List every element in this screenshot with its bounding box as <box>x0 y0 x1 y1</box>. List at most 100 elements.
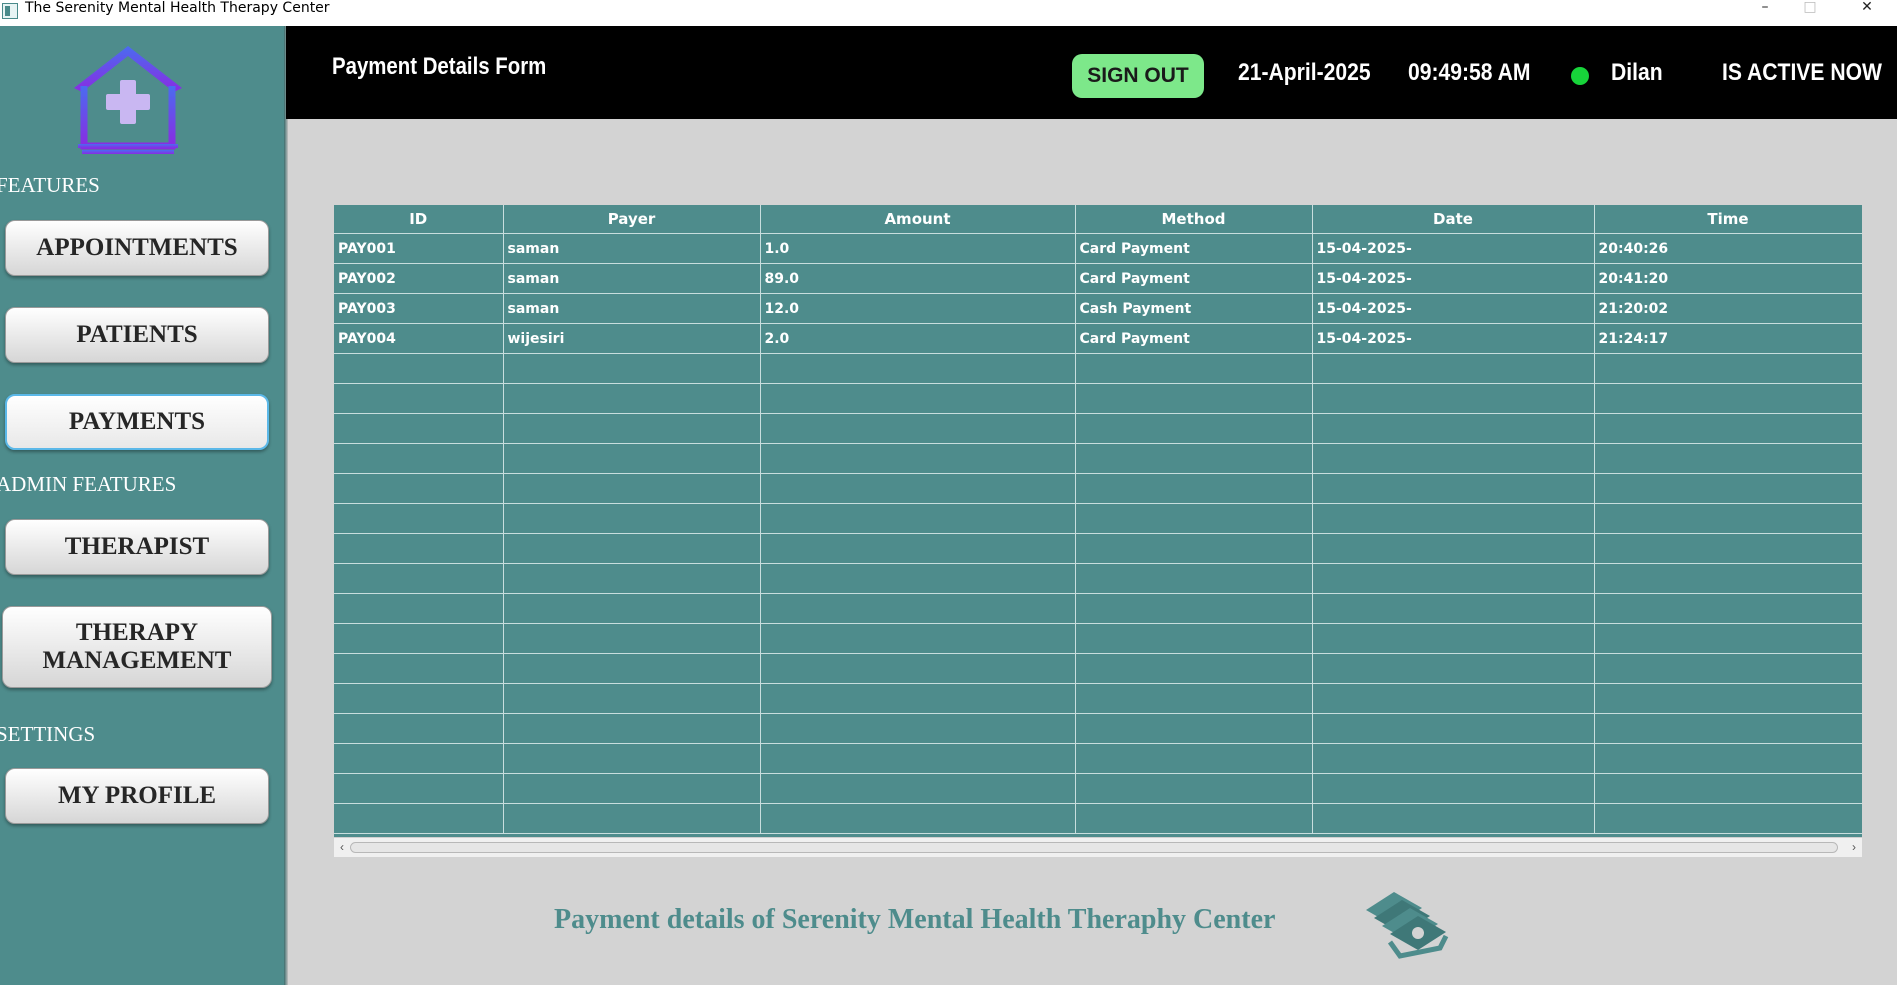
maximize-button[interactable]: □ <box>1790 0 1830 24</box>
table-cell[interactable] <box>503 473 761 504</box>
table-cell[interactable] <box>1075 683 1313 714</box>
table-cell[interactable]: 20:40:26 <box>1594 233 1862 264</box>
table-cell[interactable] <box>760 593 1076 624</box>
table-row[interactable]: PAY004 wijesiri 2.0 Card Payment 15-04-2025-… <box>334 323 1862 354</box>
table-cell[interactable] <box>503 713 761 744</box>
table-cell[interactable] <box>334 683 504 714</box>
table-cell[interactable] <box>1312 713 1595 744</box>
table-cell[interactable] <box>1594 473 1862 504</box>
table-cell[interactable] <box>334 773 504 804</box>
appointments-button[interactable]: APPOINTMENTS <box>5 220 269 276</box>
table-cell[interactable] <box>1075 383 1313 414</box>
table-cell[interactable] <box>760 683 1076 714</box>
column-header[interactable]: Payer <box>503 205 761 234</box>
table-cell[interactable]: 15-04-2025- <box>1312 263 1595 294</box>
table-cell[interactable] <box>1594 533 1862 564</box>
table-cell[interactable] <box>1075 473 1313 504</box>
table-cell[interactable] <box>760 383 1076 414</box>
table-cell[interactable]: PAY004 <box>334 323 504 354</box>
table-cell[interactable]: 15-04-2025- <box>1312 233 1595 264</box>
table-cell[interactable]: 2.0 <box>760 323 1076 354</box>
table-cell[interactable] <box>503 533 761 564</box>
table-cell[interactable]: saman <box>503 293 761 324</box>
payments-button[interactable]: PAYMENTS <box>5 394 269 450</box>
table-cell[interactable] <box>334 623 504 654</box>
table-cell[interactable] <box>1594 593 1862 624</box>
table-cell[interactable] <box>1312 443 1595 474</box>
table-cell[interactable] <box>760 653 1076 684</box>
column-header[interactable]: Date <box>1312 205 1595 234</box>
column-header[interactable]: Time <box>1594 205 1862 234</box>
table-cell[interactable] <box>334 533 504 564</box>
table-cell[interactable] <box>1075 743 1313 774</box>
table-cell[interactable] <box>1594 713 1862 744</box>
table-cell[interactable] <box>760 743 1076 774</box>
table-cell[interactable] <box>503 413 761 444</box>
table-cell[interactable] <box>1594 383 1862 414</box>
empty-table-row[interactable] <box>334 623 1862 654</box>
table-cell[interactable] <box>503 443 761 474</box>
table-cell[interactable] <box>503 623 761 654</box>
table-cell[interactable] <box>1075 563 1313 594</box>
table-cell[interactable] <box>334 413 504 444</box>
table-cell[interactable] <box>1594 623 1862 654</box>
table-cell[interactable] <box>1312 773 1595 804</box>
table-cell[interactable]: Cash Payment <box>1075 293 1313 324</box>
table-cell[interactable] <box>1075 503 1313 534</box>
table-cell[interactable] <box>503 593 761 624</box>
empty-table-row[interactable] <box>334 593 1862 624</box>
table-cell[interactable] <box>1594 683 1862 714</box>
table-row[interactable]: PAY002 saman 89.0 Card Payment 15-04-2025- 20… <box>334 263 1862 294</box>
table-cell[interactable] <box>1075 593 1313 624</box>
empty-table-row[interactable] <box>334 743 1862 774</box>
table-cell[interactable] <box>503 743 761 774</box>
table-cell[interactable]: PAY002 <box>334 263 504 294</box>
table-cell[interactable] <box>1075 653 1313 684</box>
table-cell[interactable] <box>760 533 1076 564</box>
table-cell[interactable] <box>1075 533 1313 564</box>
scroll-left-arrow-icon[interactable]: ‹ <box>334 838 350 857</box>
empty-table-row[interactable] <box>334 563 1862 594</box>
table-cell[interactable]: PAY001 <box>334 233 504 264</box>
table-cell[interactable] <box>1312 653 1595 684</box>
table-cell[interactable]: Card Payment <box>1075 233 1313 264</box>
table-cell[interactable]: 20:41:20 <box>1594 263 1862 294</box>
sign-out-button[interactable]: SIGN OUT <box>1072 54 1204 98</box>
table-cell[interactable] <box>503 683 761 714</box>
table-cell[interactable] <box>334 473 504 504</box>
empty-table-row[interactable] <box>334 533 1862 564</box>
table-cell[interactable] <box>1075 623 1313 654</box>
column-header[interactable]: Amount <box>760 205 1076 234</box>
table-cell[interactable] <box>760 563 1076 594</box>
table-cell[interactable] <box>1312 593 1595 624</box>
table-cell[interactable] <box>334 503 504 534</box>
table-cell[interactable] <box>334 563 504 594</box>
empty-table-row[interactable] <box>334 413 1862 444</box>
table-cell[interactable] <box>1594 653 1862 684</box>
therapy-management-button[interactable]: THERAPY MANAGEMENT <box>2 606 272 688</box>
payments-table[interactable]: ID Payer Amount Method Date Time PAY001 saman 1… <box>334 205 1862 837</box>
table-cell[interactable] <box>760 443 1076 474</box>
table-cell[interactable] <box>1594 353 1862 384</box>
table-cell[interactable]: 21:20:02 <box>1594 293 1862 324</box>
table-cell[interactable] <box>1075 713 1313 744</box>
table-cell[interactable] <box>1312 803 1595 834</box>
table-cell[interactable] <box>503 653 761 684</box>
scrollbar-thumb[interactable] <box>350 842 1838 853</box>
table-cell[interactable] <box>334 653 504 684</box>
table-cell[interactable] <box>503 563 761 594</box>
table-cell[interactable] <box>334 443 504 474</box>
table-cell[interactable] <box>760 353 1076 384</box>
table-cell[interactable] <box>1594 443 1862 474</box>
empty-table-row[interactable] <box>334 473 1862 504</box>
empty-table-row[interactable] <box>334 383 1862 414</box>
table-cell[interactable] <box>1594 413 1862 444</box>
table-cell[interactable] <box>503 773 761 804</box>
empty-table-row[interactable] <box>334 803 1862 834</box>
table-cell[interactable] <box>1594 743 1862 774</box>
empty-table-row[interactable] <box>334 503 1862 534</box>
table-cell[interactable] <box>1075 443 1313 474</box>
table-cell[interactable] <box>1312 743 1595 774</box>
table-cell[interactable] <box>1075 353 1313 384</box>
table-cell[interactable]: wijesiri <box>503 323 761 354</box>
